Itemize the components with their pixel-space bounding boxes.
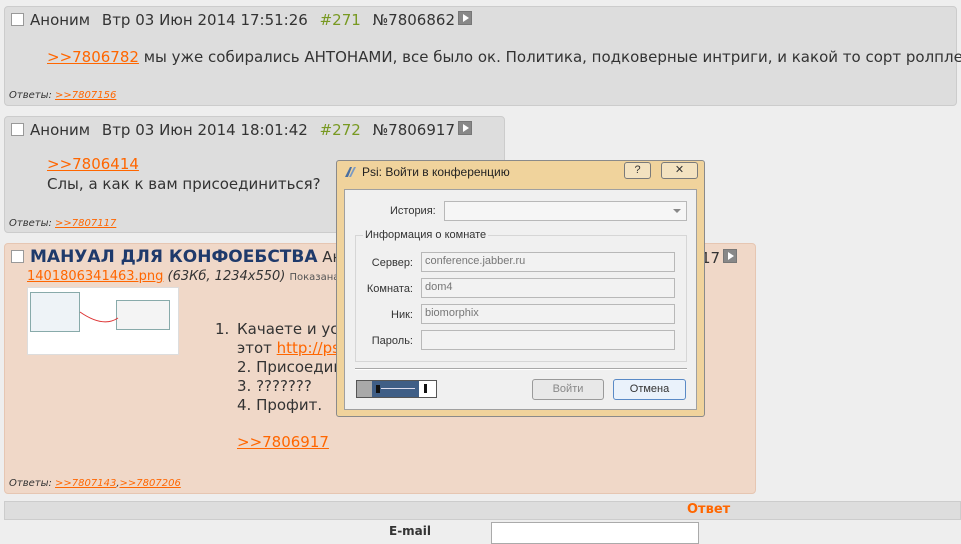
file-meta: (63Кб, 1234x550) xyxy=(167,269,286,284)
post-checkbox[interactable] xyxy=(11,13,24,26)
list-text: 3. ??????? xyxy=(237,377,312,395)
post-author: Аноним xyxy=(30,11,91,29)
post-date: Втр 03 Июн 2014 18:01:42 xyxy=(101,121,308,139)
quote-line: >>7806917 xyxy=(237,433,329,451)
replies-label: Ответы: xyxy=(9,478,52,489)
history-select[interactable] xyxy=(444,201,687,221)
dialog-body: История: Информация о комнате Сервер: co… xyxy=(344,189,697,410)
list-num: 1. xyxy=(215,320,230,338)
close-button[interactable]: ✕ xyxy=(661,162,698,179)
replies-label: Ответы: xyxy=(9,218,52,229)
post-index[interactable]: #272 xyxy=(320,121,361,139)
reply-title[interactable]: Ответ xyxy=(687,502,730,517)
post-checkbox[interactable] xyxy=(11,123,24,136)
quote-link[interactable]: >>7806917 xyxy=(237,433,329,451)
play-icon[interactable] xyxy=(457,11,472,25)
help-button[interactable]: ? xyxy=(624,162,651,179)
server-label: Сервер: xyxy=(371,257,413,269)
busy-block xyxy=(357,381,372,397)
cancel-button[interactable]: Отмена xyxy=(613,379,686,400)
play-icon[interactable] xyxy=(457,121,472,135)
thumbnail[interactable] xyxy=(27,287,179,355)
replies: Ответы: >>7807156 xyxy=(9,90,116,101)
post-271: Аноним Втр 03 Июн 2014 17:51:26 #271 №78… xyxy=(4,6,961,106)
list-item: 2. Присоедин xyxy=(215,358,347,377)
reply-link-line: >>7806414 xyxy=(47,155,139,173)
dialog-titlebar: Psi: Войти в конференцию xyxy=(343,165,510,179)
busy-indicator xyxy=(356,380,437,398)
email-label: E-mail xyxy=(389,524,432,538)
post-header: Аноним Втр 03 Июн 2014 18:01:42 #272 №78… xyxy=(11,121,472,139)
room-field[interactable]: dom4 xyxy=(421,278,675,298)
nick-label: Ник: xyxy=(391,309,413,321)
list-link[interactable]: http://ps xyxy=(277,339,340,357)
reply-link[interactable]: >>7806414 xyxy=(47,155,139,173)
group-title: Информация о комнате xyxy=(363,229,489,241)
list-item: 4. Профит. xyxy=(215,396,347,415)
op-header: МАНУАЛ ДЛЯ КОНФОЕБСТВА Ан xyxy=(11,247,342,267)
password-label: Пароль: xyxy=(371,335,413,347)
post-id[interactable]: №7806862 xyxy=(373,11,455,29)
op-title: МАНУАЛ ДЛЯ КОНФОЕБСТВА xyxy=(30,247,318,267)
reply-ref[interactable]: >>7807206 xyxy=(120,478,181,489)
psi-icon xyxy=(343,165,357,179)
reply-bar: Ответ xyxy=(4,501,961,520)
email-field[interactable] xyxy=(491,522,699,544)
file-link[interactable]: 1401806341463.png xyxy=(27,269,163,284)
separator xyxy=(355,368,687,370)
thumb-arrow xyxy=(79,311,119,323)
list-text: этот xyxy=(237,339,277,357)
post-text: Слы, а как к вам присоединиться? xyxy=(47,175,321,193)
join-conference-dialog: Psi: Войти в конференцию ? ✕ История: Ин… xyxy=(336,160,705,417)
list-item: этот http://ps xyxy=(215,339,347,358)
busy-mark xyxy=(376,385,380,393)
join-button[interactable]: Войти xyxy=(532,379,604,400)
reply-ref[interactable]: >>7807117 xyxy=(55,218,116,229)
replies-label: Ответы: xyxy=(9,90,52,101)
post-header: Аноним Втр 03 Июн 2014 17:51:26 #271 №78… xyxy=(11,11,472,29)
list-item: 1. Качаете и уст xyxy=(215,320,347,339)
op-id: 17 xyxy=(701,249,738,267)
replies: Ответы: >>7807117 xyxy=(9,218,116,229)
list-item: 3. ??????? xyxy=(215,377,347,396)
room-label: Комната: xyxy=(366,283,413,295)
reply-ref[interactable]: >>7807156 xyxy=(55,90,116,101)
list-text: 4. Профит. xyxy=(237,396,323,414)
replies: Ответы: >>7807143,>>7807206 xyxy=(9,478,181,489)
list-text: 2. Присоедин xyxy=(237,358,344,376)
list-text: Качаете и уст xyxy=(237,320,348,338)
busy-line xyxy=(381,388,415,389)
post-body: >>7806782 мы уже собирались АНТОНАМИ, вс… xyxy=(47,48,961,66)
reply-link[interactable]: >>7806782 xyxy=(47,48,139,66)
file-info: 1401806341463.png (63Кб, 1234x550) Показ… xyxy=(27,269,349,284)
history-label: История: xyxy=(390,205,436,217)
post-date: Втр 03 Июн 2014 17:51:26 xyxy=(101,11,308,29)
nick-field[interactable]: biomorphix xyxy=(421,304,675,324)
reply-ref[interactable]: >>7807143 xyxy=(55,478,116,489)
busy-mark xyxy=(424,384,427,393)
play-icon[interactable] xyxy=(723,249,738,263)
op-list: 1. Качаете и уст этот http://ps 2. Присое… xyxy=(215,320,347,415)
post-text: мы уже собирались АНТОНАМИ, все было ок.… xyxy=(143,48,961,66)
dialog-title: Psi: Войти в конференцию xyxy=(362,165,510,179)
server-field[interactable]: conference.jabber.ru xyxy=(421,252,675,272)
post-index[interactable]: #271 xyxy=(320,11,361,29)
post-id[interactable]: №7806917 xyxy=(373,121,455,139)
chevron-down-icon xyxy=(673,209,681,213)
post-author: Аноним xyxy=(30,121,91,139)
password-field[interactable] xyxy=(421,330,675,350)
post-checkbox[interactable] xyxy=(11,250,24,263)
